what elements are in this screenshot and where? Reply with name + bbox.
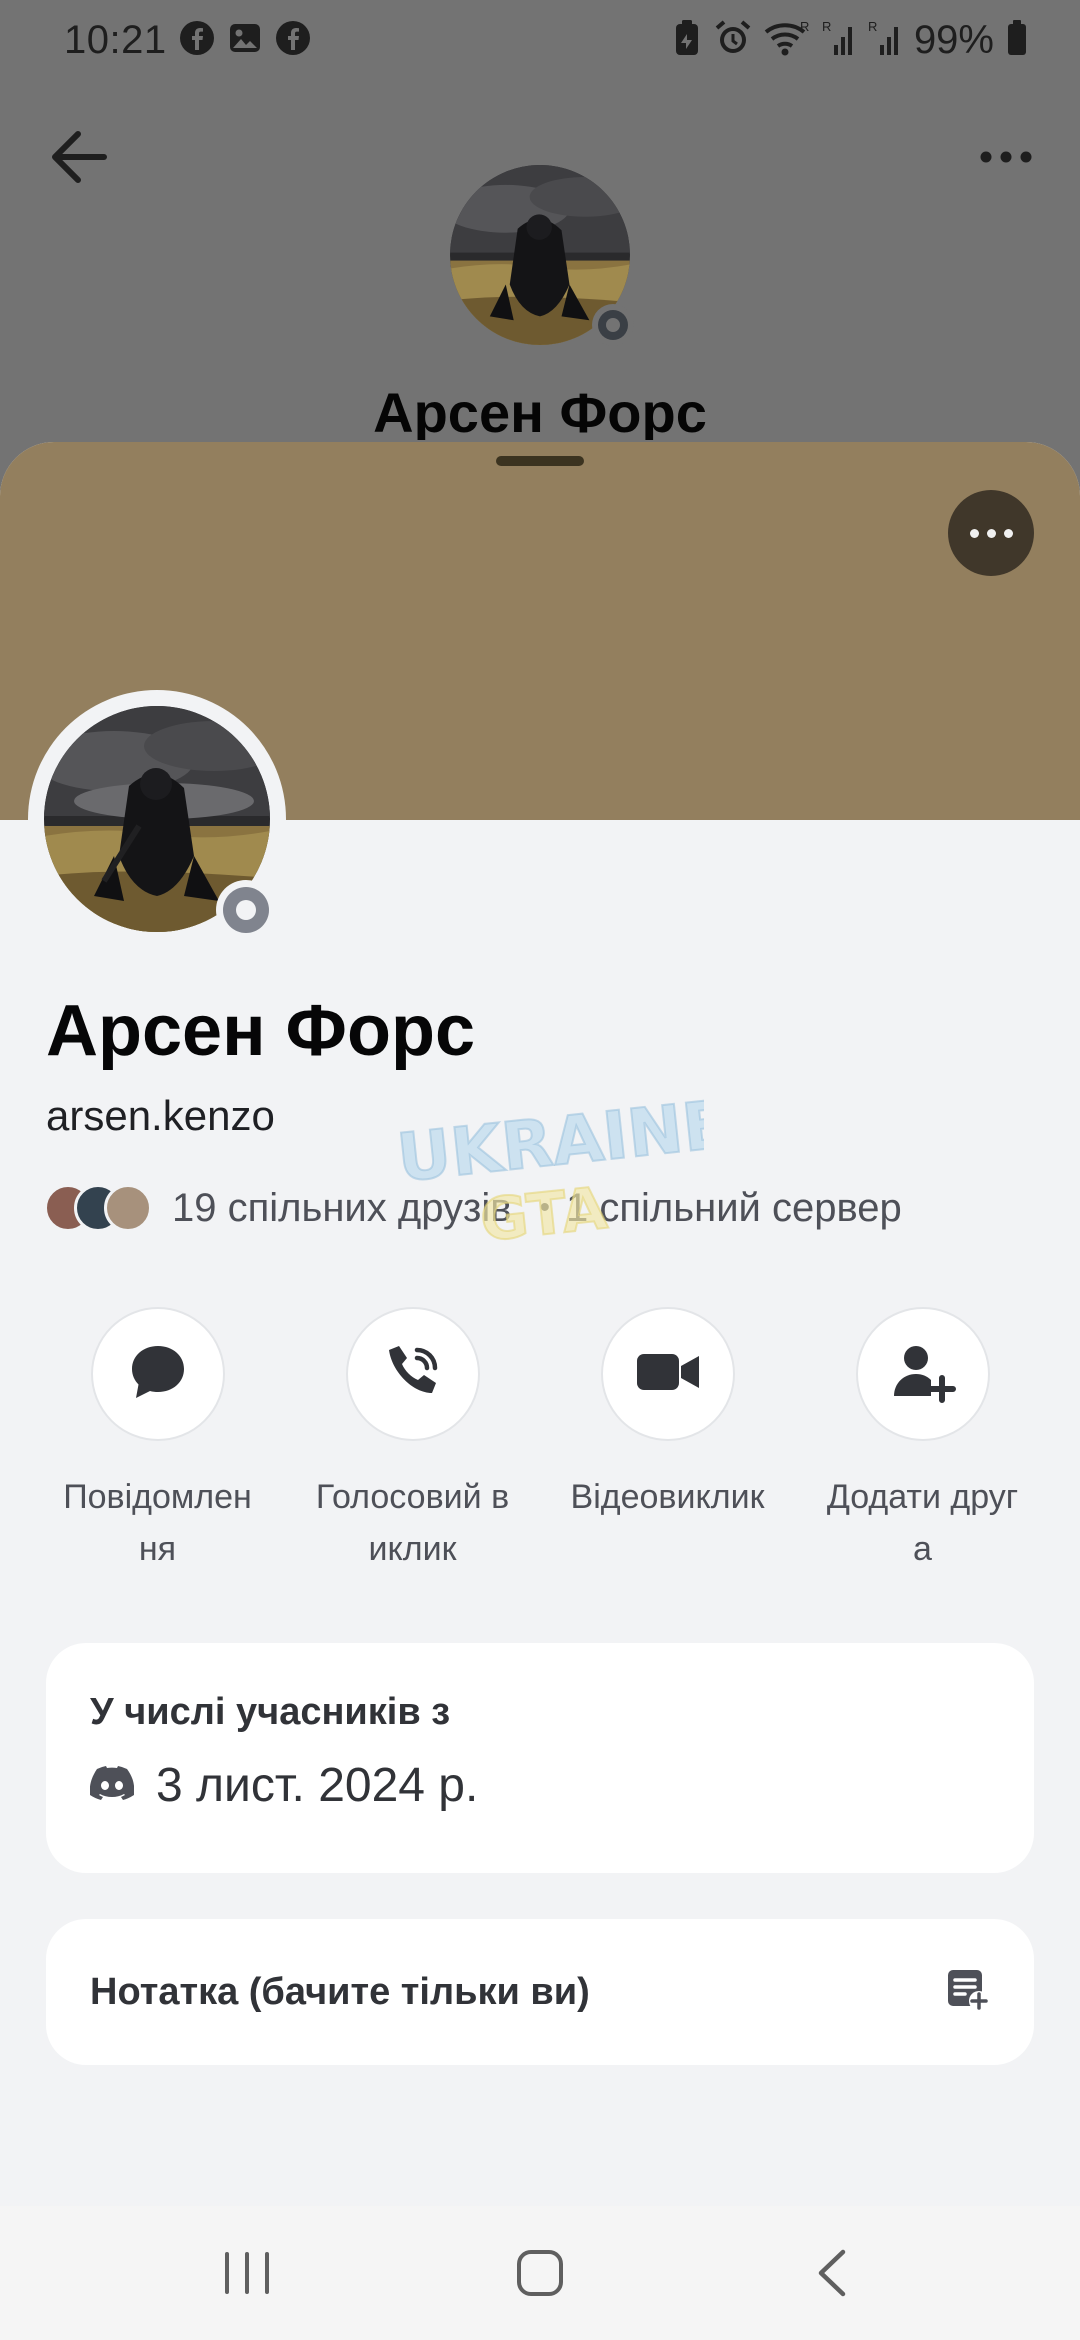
video-call-button-label: Відеовиклик — [570, 1478, 765, 1516]
facebook-icon — [179, 20, 215, 61]
alarm-icon — [714, 19, 752, 62]
background-profile-header: Арсен Форс — [0, 80, 1080, 450]
member-since-date: 3 лист. 2024 р. — [156, 1759, 479, 1812]
member-since-row: 3 лист. 2024 р. — [89, 1758, 990, 1813]
background-display-name: Арсен Форс — [373, 381, 707, 440]
mutual-friend-avatar — [104, 1184, 152, 1232]
svg-text:R: R — [868, 19, 877, 34]
svg-text:R: R — [822, 19, 831, 34]
message-button-circle[interactable] — [90, 1307, 225, 1441]
more-dot-icon — [1003, 528, 1013, 538]
video-call-button-circle[interactable] — [600, 1307, 735, 1441]
phone-call-icon — [381, 1340, 445, 1409]
wifi-icon: R — [764, 19, 810, 62]
profile-display-name: Арсен Форс — [46, 991, 476, 1071]
video-camera-icon — [635, 1340, 701, 1409]
facebook-icon — [275, 20, 311, 61]
background-status-indicator — [592, 304, 634, 346]
back-arrow-icon[interactable] — [44, 122, 114, 192]
add-note-icon[interactable] — [946, 1968, 990, 2017]
chat-bubble-icon — [126, 1340, 190, 1409]
note-card[interactable]: Нотатка (бачите тільки ви) — [46, 1919, 1034, 2065]
svg-text:R: R — [800, 19, 809, 34]
member-since-card: У числі учасників з 3 лист. 2024 р. — [46, 1643, 1034, 1873]
home-icon[interactable] — [490, 2233, 590, 2313]
battery-percent: 99% — [913, 17, 994, 62]
status-bar: 10:21 R R R 99% — [0, 0, 1080, 80]
member-since-title: У числі учасників з — [90, 1691, 451, 1733]
back-nav-icon[interactable] — [783, 2233, 883, 2313]
status-left: 10:21 — [64, 18, 311, 63]
message-button[interactable]: Повідомлення — [48, 1307, 268, 1575]
status-indicator-offline — [216, 880, 276, 940]
mutual-servers-link[interactable]: 1 спільний сервер — [566, 1186, 902, 1231]
battery-icon — [1006, 19, 1028, 62]
sheet-drag-handle[interactable] — [496, 456, 584, 466]
video-call-button[interactable]: Відеовиклик — [558, 1307, 778, 1575]
gallery-icon — [227, 20, 263, 61]
status-right: R R R 99% — [672, 18, 1028, 63]
action-buttons: Повідомлення Голосовий виклик Відеовикли… — [0, 1307, 1080, 1575]
add-friend-button-label: Додати друга — [826, 1478, 1019, 1568]
status-time: 10:21 — [64, 17, 167, 62]
add-friend-button[interactable]: Додати друга — [813, 1307, 1033, 1575]
voice-call-button[interactable]: Голосовий виклик — [303, 1307, 523, 1575]
mutuals-row: 19 спільних друзів • 1 спільний сервер — [44, 1182, 902, 1234]
watermark-line1: UKRAINE — [394, 1088, 704, 1197]
signal-icon: R — [868, 19, 902, 62]
mutual-friends-link[interactable]: 19 спільних друзів — [172, 1186, 512, 1231]
more-dot-icon — [986, 528, 996, 538]
add-friend-button-circle[interactable] — [855, 1307, 990, 1441]
profile-more-options-button[interactable] — [948, 490, 1034, 576]
more-options-icon[interactable] — [976, 142, 1036, 172]
add-friend-icon — [890, 1340, 956, 1409]
more-dot-icon — [969, 528, 979, 538]
message-button-label: Повідомлення — [63, 1478, 252, 1568]
battery-saver-icon — [672, 19, 702, 62]
recent-apps-icon[interactable] — [197, 2233, 297, 2313]
profile-username: arsen.kenzo — [46, 1092, 275, 1139]
mutual-friends-avatars[interactable] — [44, 1184, 156, 1232]
voice-call-button-circle[interactable] — [345, 1307, 480, 1441]
discord-icon — [89, 1766, 135, 1805]
note-label: Нотатка (бачите тільки ви) — [90, 1970, 590, 2013]
separator-dot: • — [539, 1191, 551, 1224]
voice-call-button-label: Голосовий виклик — [315, 1478, 510, 1568]
profile-sheet: Арсен Форс arsen.kenzo 19 спільних друзі… — [0, 442, 1080, 2206]
signal-icon: R — [822, 19, 856, 62]
system-navigation-bar — [0, 2206, 1080, 2340]
